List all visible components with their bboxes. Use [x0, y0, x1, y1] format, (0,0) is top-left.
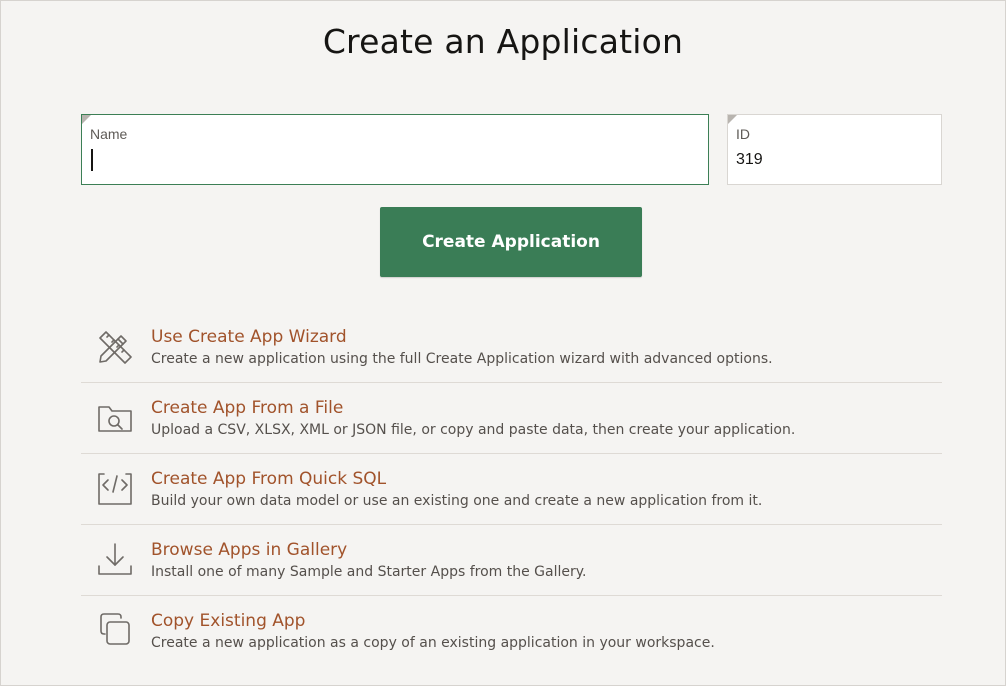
create-application-button[interactable]: Create Application [380, 207, 642, 277]
required-corner-marker [82, 115, 91, 124]
option-create-app-from-quick-sql[interactable]: Create App From Quick SQL Build your own… [81, 454, 942, 525]
download-tray-icon [95, 539, 135, 583]
page-title: Create an Application [322, 22, 684, 61]
option-title[interactable]: Browse Apps in Gallery [151, 540, 347, 560]
folder-search-icon [95, 397, 135, 441]
create-options-list: Use Create App Wizard Create a new appli… [81, 312, 942, 667]
option-title[interactable]: Create App From Quick SQL [151, 469, 386, 489]
option-create-app-wizard[interactable]: Use Create App Wizard Create a new appli… [81, 312, 942, 383]
name-label: Name [90, 126, 128, 142]
copy-icon [95, 610, 135, 654]
name-field[interactable]: Name [81, 114, 709, 185]
option-title[interactable]: Use Create App Wizard [151, 327, 347, 347]
option-title[interactable]: Create App From a File [151, 398, 343, 418]
id-input[interactable] [736, 151, 1006, 169]
id-label: ID [736, 126, 750, 142]
option-description: Build your own data model or use an exis… [151, 493, 763, 509]
option-create-app-from-file[interactable]: Create App From a File Upload a CSV, XLS… [81, 383, 942, 454]
required-corner-marker [728, 115, 737, 124]
option-description: Upload a CSV, XLSX, XML or JSON file, or… [151, 422, 796, 438]
option-description: Install one of many Sample and Starter A… [151, 564, 587, 580]
code-window-icon [95, 468, 135, 512]
pencil-ruler-icon [95, 326, 135, 370]
option-title[interactable]: Copy Existing App [151, 611, 305, 631]
name-input[interactable] [90, 151, 690, 169]
option-description: Create a new application as a copy of an… [151, 635, 715, 651]
option-description: Create a new application using the full … [151, 351, 773, 367]
option-copy-existing-app[interactable]: Copy Existing App Create a new applicati… [81, 596, 942, 667]
id-field[interactable]: ID [727, 114, 1006, 185]
option-browse-apps-in-gallery[interactable]: Browse Apps in Gallery Install one of ma… [81, 525, 942, 596]
